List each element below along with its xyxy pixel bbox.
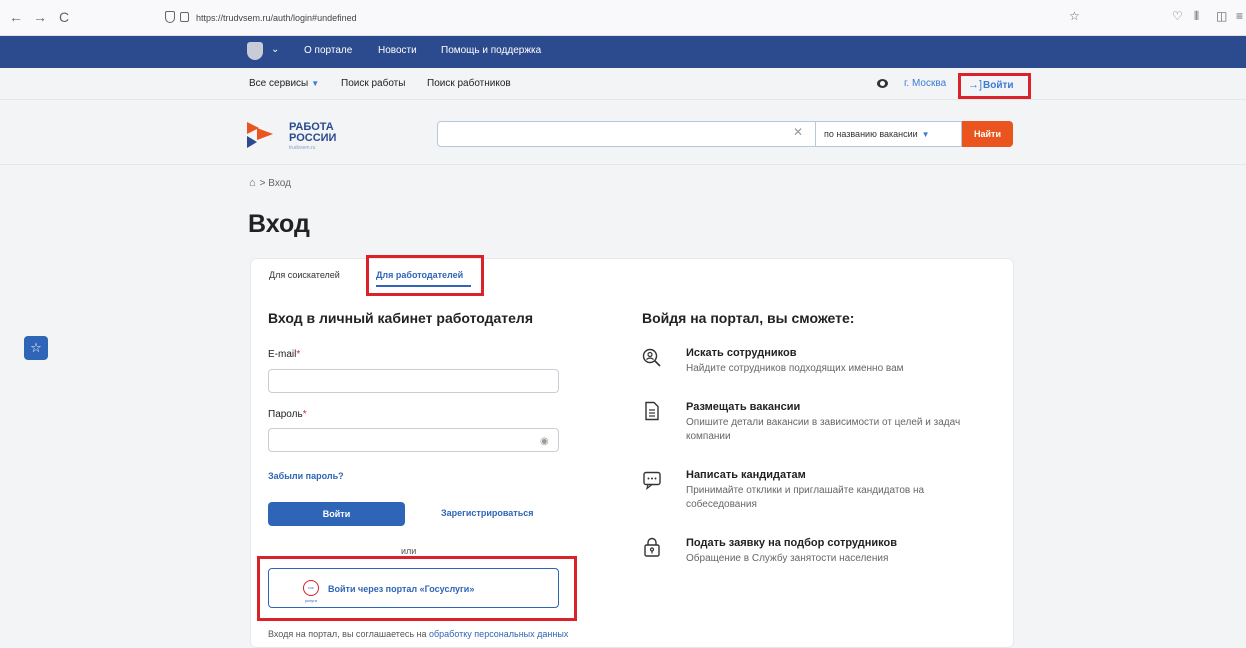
feature-title: Размещать вакансии <box>686 401 801 413</box>
emblem-icon[interactable] <box>247 42 263 60</box>
email-label-text: E-mail <box>268 349 297 360</box>
nav-about[interactable]: О портале <box>304 45 352 56</box>
search-mode-label: по названию вакансии <box>824 129 918 139</box>
logo-icon[interactable] <box>247 120 273 148</box>
job-search-link[interactable]: Поиск работы <box>341 78 405 89</box>
favorites-star-icon[interactable]: ☆ <box>24 336 48 360</box>
accessibility-eye-icon[interactable] <box>877 79 888 88</box>
personal-data-link[interactable]: обработку персональных данных <box>429 629 568 639</box>
search-people-icon <box>642 348 661 367</box>
password-label-text: Пароль <box>268 409 303 420</box>
reload-icon[interactable]: C <box>56 9 72 25</box>
login-arrow-icon: →] <box>968 79 983 91</box>
required-mark: * <box>302 409 307 420</box>
email-field[interactable] <box>268 369 559 393</box>
gosuslugi-icon: гос услуги <box>303 580 319 603</box>
breadcrumb: ⌂ > Вход <box>249 177 291 189</box>
feature-title: Написать кандидатам <box>686 469 806 481</box>
email-label: E-mail* <box>268 349 300 360</box>
lock-icon[interactable] <box>180 12 189 22</box>
document-icon <box>645 401 659 421</box>
bookmark-star-icon[interactable]: ☆ <box>1069 9 1080 23</box>
menu-icon[interactable]: ≡ <box>1236 9 1243 23</box>
search-button[interactable]: Найти <box>962 121 1013 147</box>
logo-line-2: РОССИИ <box>289 132 337 144</box>
logo-text[interactable]: РАБОТА РОССИИ <box>289 122 336 144</box>
gosuslugi-label: Войти через портал «Госуслуги» <box>328 584 475 594</box>
breadcrumb-separator: > <box>259 178 269 189</box>
feature-description: Опишите детали вакансии в зависимости от… <box>686 417 961 442</box>
search-mode-select[interactable]: по названию вакансии ▼ <box>816 121 962 147</box>
nav-help[interactable]: Помощь и поддержка <box>441 45 541 56</box>
page-title: Вход <box>248 210 310 238</box>
chat-icon <box>643 471 661 490</box>
or-divider: или <box>401 546 417 556</box>
benefits-title: Войдя на портал, вы сможете: <box>642 310 855 326</box>
register-link[interactable]: Зарегистрироваться <box>441 508 533 518</box>
feature-title: Искать сотрудников <box>686 347 797 359</box>
login-button[interactable]: Войти <box>268 502 405 526</box>
service-bar: Все сервисы ▼ Поиск работы Поиск работник… <box>0 68 1246 100</box>
show-password-icon[interactable]: ◉ <box>540 436 549 447</box>
city-selector[interactable]: г. Москва <box>904 78 946 89</box>
lock-request-icon <box>644 537 660 557</box>
caret-down-icon: ▼ <box>311 79 320 88</box>
header-login-button[interactable]: →] Войти <box>958 73 1031 99</box>
all-services-menu[interactable]: Все сервисы ▼ <box>249 78 319 89</box>
nav-news[interactable]: Новости <box>378 45 417 56</box>
consent-text: Входя на портал, вы соглашаетесь на обра… <box>268 629 568 639</box>
top-nav: ⌄ О портале Новости Помощь и поддержка <box>0 36 1246 68</box>
browser-toolbar: ← → C https://trudvsem.ru/auth/login#und… <box>0 0 1246 36</box>
highlight-frame <box>366 255 484 296</box>
feature-description: Обращение в Службу занятости населения <box>686 553 889 564</box>
forward-icon[interactable]: → <box>32 9 48 25</box>
chevron-down-icon[interactable]: ⌄ <box>271 44 279 55</box>
breadcrumb-current: Вход <box>268 178 291 189</box>
url-bar[interactable]: https://trudvsem.ru/auth/login#undefined <box>196 8 357 28</box>
required-mark: * <box>296 349 301 360</box>
tab-job-seekers[interactable]: Для соискателей <box>269 270 340 280</box>
home-icon[interactable]: ⌂ <box>249 177 256 189</box>
feature-title: Подать заявку на подбор сотрудников <box>686 537 897 549</box>
header-login-label: Войти <box>983 80 1014 91</box>
pocket-icon[interactable]: ♡ <box>1172 9 1183 23</box>
all-services-label: Все сервисы <box>249 78 309 89</box>
form-title: Вход в личный кабинет работодателя <box>268 310 533 326</box>
library-icon[interactable]: ⫴ <box>1194 9 1199 24</box>
consent-prefix: Входя на портал, вы соглашаетесь на <box>268 629 427 639</box>
clear-icon[interactable]: ✕ <box>793 125 803 139</box>
password-label: Пароль* <box>268 409 307 420</box>
feature-description: Принимайте отклики и приглашайте кандида… <box>686 485 925 510</box>
sidebar-icon[interactable]: ◫ <box>1216 9 1227 23</box>
back-icon[interactable]: ← <box>8 9 24 25</box>
password-field[interactable] <box>268 428 559 452</box>
feature-description: Найдите сотрудников подходящих именно ва… <box>686 363 904 374</box>
caret-down-icon: ▼ <box>921 130 930 139</box>
employee-search-link[interactable]: Поиск работников <box>427 78 511 89</box>
logo-subtitle: trudvsem.ru <box>289 145 316 151</box>
shield-icon[interactable] <box>165 11 175 23</box>
forgot-password-link[interactable]: Забыли пароль? <box>268 471 344 481</box>
search-input[interactable] <box>437 121 816 147</box>
